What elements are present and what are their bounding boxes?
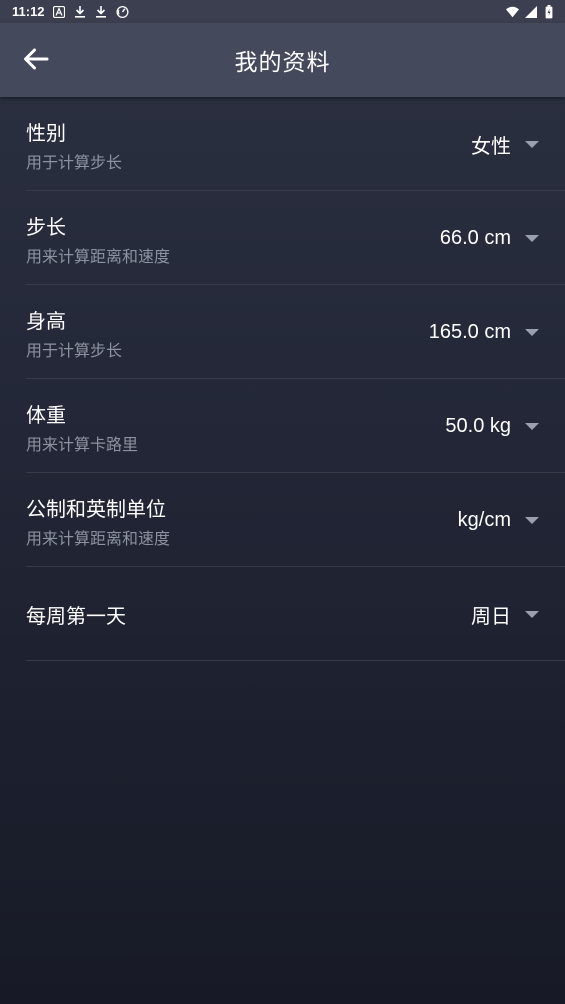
setting-value: 周日 — [471, 605, 511, 628]
download-icon — [95, 5, 108, 18]
dropdown-arrow-icon — [525, 611, 539, 618]
setting-title: 体重 — [26, 403, 66, 427]
setting-value: 66.0 cm — [439, 226, 511, 249]
settings-list: 性别 用于计算步长 女性 步长 用来计算距离和速度 66.0 cm 身高 用于计… — [0, 97, 565, 661]
back-button[interactable] — [14, 39, 58, 83]
setting-row-step-length[interactable]: 步长 用来计算距离和速度 66.0 cm — [26, 191, 565, 285]
setting-row-units[interactable]: 公制和英制单位 用来计算距离和速度 kg/cm — [26, 473, 565, 567]
setting-value: 50.0 kg — [445, 414, 511, 437]
setting-subtitle: 用于计算步长 — [26, 341, 123, 360]
setting-row-height[interactable]: 身高 用于计算步长 165.0 cm — [26, 285, 565, 379]
setting-title: 性别 — [26, 121, 66, 145]
setting-row-gender[interactable]: 性别 用于计算步长 女性 — [26, 97, 565, 191]
a-text-icon — [53, 5, 66, 18]
status-time: 11:12 — [12, 4, 45, 19]
status-left: 11:12 — [12, 4, 129, 19]
setting-subtitle: 用于计算步长 — [26, 153, 123, 172]
app-bar: 我的资料 — [0, 23, 565, 97]
signal-icon — [524, 5, 537, 18]
dropdown-arrow-icon — [525, 517, 539, 524]
dropdown-arrow-icon — [525, 235, 539, 242]
status-right — [506, 4, 555, 18]
status-bar: 11:12 — [0, 0, 565, 23]
setting-subtitle: 用来计算卡路里 — [26, 435, 139, 454]
download-icon — [74, 5, 87, 18]
dropdown-arrow-icon — [525, 423, 539, 430]
page-title: 我的资料 — [234, 50, 331, 76]
wifi-icon — [506, 5, 519, 18]
setting-subtitle: 用来计算距离和速度 — [26, 247, 171, 266]
setting-row-weight[interactable]: 体重 用来计算卡路里 50.0 kg — [26, 379, 565, 473]
arrow-left-icon — [23, 48, 49, 74]
dropdown-arrow-icon — [525, 329, 539, 336]
setting-row-first-day-of-week[interactable]: 每周第一天 周日 — [26, 567, 565, 661]
setting-subtitle: 用来计算距离和速度 — [26, 529, 171, 548]
setting-value: 女性 — [471, 135, 511, 158]
speed-icon — [116, 5, 129, 18]
setting-title: 身高 — [26, 309, 66, 333]
setting-value: 165.0 cm — [428, 320, 511, 343]
setting-title: 步长 — [26, 215, 66, 239]
setting-title: 每周第一天 — [26, 603, 126, 628]
battery-icon — [542, 4, 555, 18]
setting-value: kg/cm — [457, 508, 511, 531]
dropdown-arrow-icon — [525, 141, 539, 148]
setting-title: 公制和英制单位 — [26, 497, 166, 521]
